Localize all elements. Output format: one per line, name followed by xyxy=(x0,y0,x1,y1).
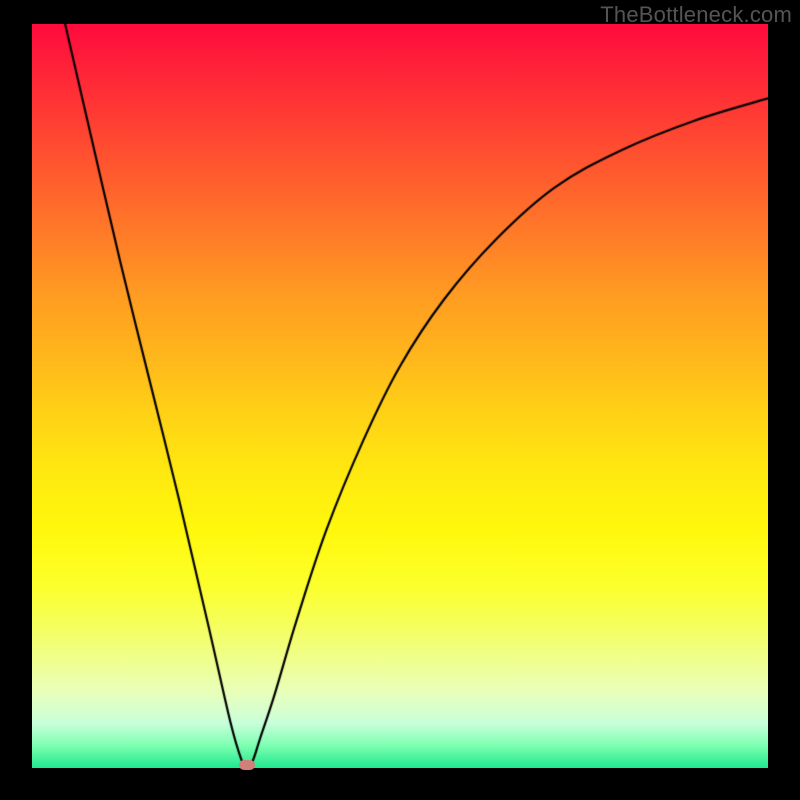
minimum-marker xyxy=(239,760,255,770)
watermark-text: TheBottleneck.com xyxy=(600,2,792,28)
bottleneck-curve xyxy=(32,24,768,768)
